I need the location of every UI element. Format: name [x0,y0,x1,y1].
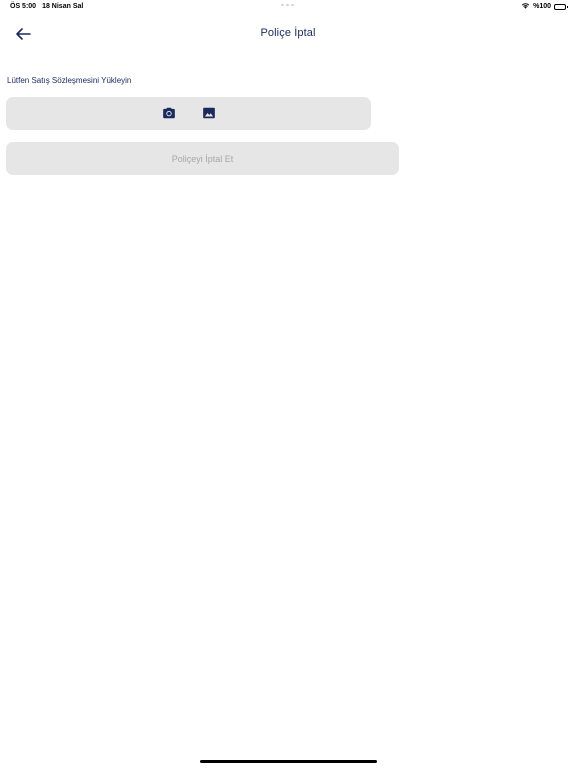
status-right: %100 [521,2,568,11]
multitask-dot [291,4,294,6]
camera-icon [163,107,175,119]
page-title: Poliçe İptal [260,27,316,39]
multitask-dot [281,4,284,6]
multitask-dot [286,4,289,6]
status-bar: ÖS 5:00 18 Nisan Sal %100 [0,0,576,14]
multitasking-indicator[interactable] [281,4,294,6]
status-time: ÖS 5:00 [10,3,37,10]
upload-instruction-label: Lütfen Satış Sözleşmesini Yükleyin [7,76,132,85]
battery-percentage: %100 [533,3,551,10]
gallery-button[interactable] [202,106,216,120]
status-date: 18 Nisan Sal [42,3,84,10]
home-indicator[interactable] [200,760,377,763]
wifi-icon [521,2,530,11]
status-left: ÖS 5:00 18 Nisan Sal [10,3,83,10]
battery-icon [554,3,568,10]
upload-area [6,97,371,130]
image-icon [203,107,215,119]
camera-button[interactable] [162,106,176,120]
navigation-bar: Poliçe İptal [0,20,576,48]
cancel-policy-button[interactable]: Poliçeyi İptal Et [6,142,399,175]
